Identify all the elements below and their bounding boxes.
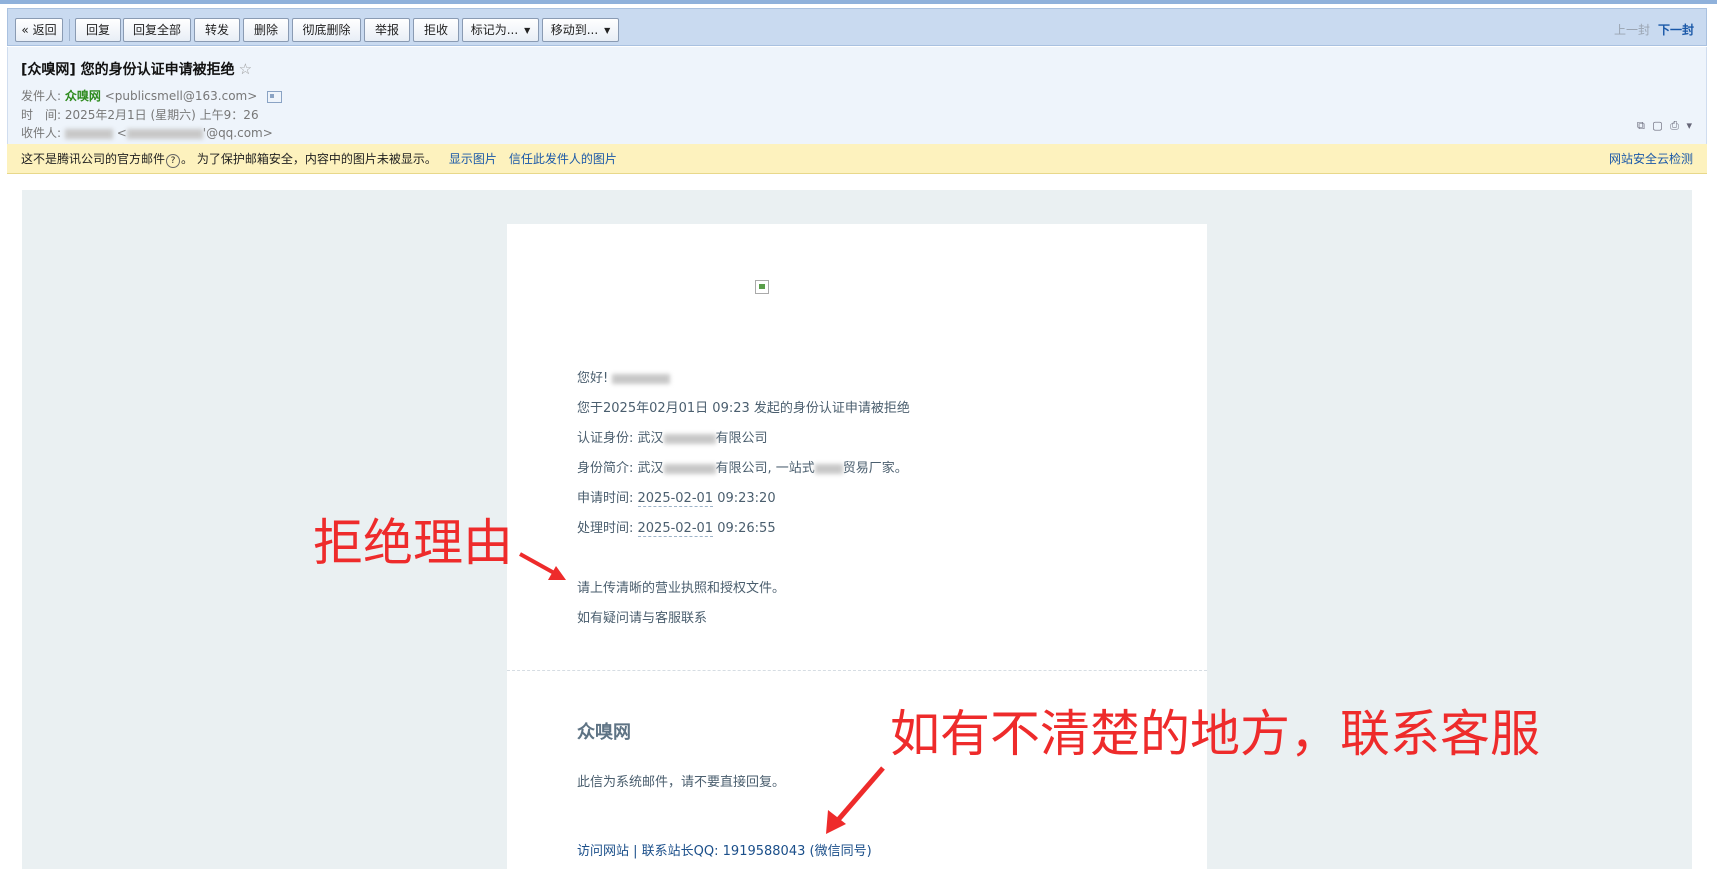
recipient-label: 收件人: [21,126,62,140]
apply-time-label: 申请时间: [577,491,638,506]
subject-text: [众嗅网] 您的身份认证申请被拒绝 [21,62,235,78]
time-label: 时 间: [21,108,62,122]
time-value: 2025年2月1日 (星期六) 上午9：26 [64,108,259,122]
mail-body-card: 您好! 您于2025年02月01日 09:23 发起的身份认证申请被拒绝 认证身… [507,224,1207,869]
warning-text: 这不是腾讯公司的官方邮件?。 为了保护邮箱安全，内容中的图片未被显示。 显示图片信… [21,144,617,174]
trust-sender-link[interactable]: 信任此发件人的图片 [509,152,617,166]
redacted-recipient-name [64,128,113,139]
chevron-down-icon: ▼ [604,25,611,35]
mail-header: [众嗅网] 您的身份认证申请被拒绝 ☆ 发件人: 众嗅网 <publicsmell… [7,47,1707,144]
recipient-row: 收件人: < '@qq.com> [21,124,273,141]
sender-email: <publicsmell@163.com> [104,89,258,103]
annotation-contact-label: 如有不清楚的地方，联系客服 [890,705,1540,763]
toolbar-separator [69,19,70,41]
greeting-line: 您好! [577,367,671,386]
window-top-line [0,0,1717,4]
report-button[interactable]: 举报 [364,18,410,42]
process-time-line: 处理时间: 2025-02-01 09:26:55 [577,517,776,537]
apply-date[interactable]: 2025-02-01 [637,491,714,507]
contact-qq-link[interactable]: 联系站长QQ: 1919588043 (微信同号) [642,844,872,859]
rejection-reason: 请上传清晰的营业执照和授权文件。 [577,581,786,596]
forward-button[interactable]: 转发 [194,18,240,42]
sender-row: 发件人: 众嗅网 <publicsmell@163.com> [21,87,283,104]
reject-button[interactable]: 拒收 [413,18,459,42]
greeting-text: 您好! [577,371,609,386]
cloud-check-link[interactable]: 网站安全云检测 [1609,144,1693,174]
header-tools-icons[interactable]: ⧉ ▢ ⎙ ▾ [1637,119,1694,133]
intro-suffix: 贸易厂家。 [842,461,908,476]
sender-label: 发件人: [21,89,62,103]
warning-text-after: 。 为了保护邮箱安全，内容中的图片未被显示。 [181,152,437,166]
redacted-username [612,373,671,384]
rejection-notice: 您于2025年02月01日 09:23 发起的身份认证申请被拒绝 [577,401,910,416]
identity-suffix: 有限公司 [715,431,768,446]
apply-time: 09:23:20 [713,491,776,506]
reply-button[interactable]: 回复 [75,18,121,42]
prev-mail-link[interactable]: 上一封 [1614,23,1650,37]
annotation-reason-label: 拒绝理由 [313,514,513,572]
sender-name[interactable]: 众嗅网 [65,89,101,103]
mark-as-label: 标记为... [470,23,519,37]
mark-as-dropdown[interactable]: 标记为... ▼ [462,18,539,42]
broken-image-icon [755,280,769,294]
chevron-down-icon: ▼ [524,25,531,35]
redacted-trade [814,463,843,474]
help-icon[interactable]: ? [166,154,181,168]
back-button[interactable]: « 返回 [15,18,63,42]
recipient-email-suffix: '@qq.com> [202,126,273,140]
section-divider [507,670,1207,671]
delete-permanent-button[interactable]: 彻底删除 [292,18,361,42]
show-images-link[interactable]: 显示图片 [449,152,497,166]
star-icon[interactable]: ☆ [239,60,252,78]
prev-next-nav: 上一封 下一封 [1614,21,1694,38]
recipient-email-prefix: < [116,126,127,140]
redacted-company [663,433,716,444]
delete-button[interactable]: 删除 [243,18,289,42]
process-time-label: 处理时间: [577,521,638,536]
move-to-label: 移动到... [550,23,599,37]
visit-site-link[interactable]: 访问网站 [577,844,629,859]
brand-name: 众嗅网 [577,722,631,743]
contact-card-icon[interactable] [267,90,283,103]
image-warning-bar: 这不是腾讯公司的官方邮件?。 为了保护邮箱安全，内容中的图片未被显示。 显示图片信… [7,144,1707,174]
intro-label: 身份简介: 武汉 [577,461,664,476]
identity-line: 认证身份: 武汉 有限公司 [577,427,768,446]
intro-mid: 有限公司, 一站式 [715,461,815,476]
next-mail-link[interactable]: 下一封 [1658,23,1694,37]
system-note: 此信为系统邮件，请不要直接回复。 [577,775,786,790]
intro-line: 身份简介: 武汉 有限公司, 一站式 贸易厂家。 [577,457,908,476]
redacted-recipient-email [126,128,203,139]
mail-toolbar: « 返回 回复 回复全部 转发 删除 彻底删除 举报 拒收 标记为... ▼ 移动… [7,8,1707,46]
footer-separator: | [629,844,642,859]
redacted-company [663,463,716,474]
footer-links: 访问网站 | 联系站长QQ: 1919588043 (微信同号) [577,840,872,859]
move-to-dropdown[interactable]: 移动到... ▼ [542,18,619,42]
apply-time-line: 申请时间: 2025-02-01 09:23:20 [577,487,776,507]
warning-text-before: 这不是腾讯公司的官方邮件 [21,152,166,166]
mail-subject: [众嗅网] 您的身份认证申请被拒绝 ☆ [21,59,252,79]
contact-note: 如有疑问请与客服联系 [577,611,708,626]
reply-all-button[interactable]: 回复全部 [123,18,191,42]
time-row: 时 间: 2025年2月1日 (星期六) 上午9：26 [21,106,259,123]
process-date[interactable]: 2025-02-01 [637,521,714,537]
identity-label: 认证身份: 武汉 [577,431,664,446]
process-time: 09:26:55 [713,521,776,536]
